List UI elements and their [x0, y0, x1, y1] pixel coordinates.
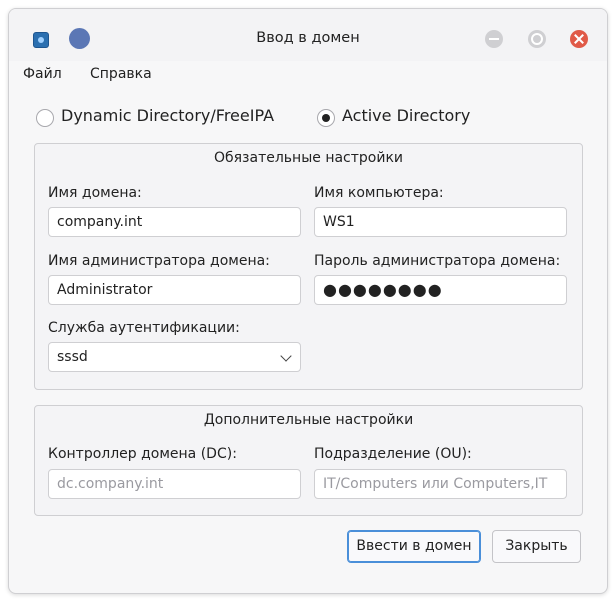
- menu-help[interactable]: Справка: [90, 66, 152, 82]
- radio-active-directory-label[interactable]: Active Directory: [342, 106, 470, 125]
- ou-label: Подразделение (OU):: [314, 446, 472, 462]
- domain-name-input[interactable]: company.int: [48, 207, 301, 237]
- chevron-down-icon: [280, 350, 292, 362]
- dc-input[interactable]: dc.company.int: [48, 469, 301, 499]
- minimize-icon[interactable]: [485, 30, 503, 48]
- admin-password-input[interactable]: ●●●●●●●●: [314, 275, 567, 305]
- menu-file[interactable]: Файл: [23, 66, 62, 82]
- close-button[interactable]: Закрыть: [492, 530, 581, 563]
- auth-service-label: Служба аутентификации:: [48, 320, 240, 336]
- radio-freeipa[interactable]: [36, 109, 54, 127]
- auth-service-select[interactable]: sssd: [48, 342, 301, 372]
- radio-active-directory[interactable]: [317, 109, 335, 127]
- admin-name-input[interactable]: Administrator: [48, 275, 301, 305]
- title-bar: Ввод в домен: [9, 9, 607, 61]
- optional-settings-title: Дополнительные настройки: [203, 412, 414, 428]
- ou-input[interactable]: IT/Computers или Computers,IT: [314, 469, 567, 499]
- domain-name-label: Имя домена:: [48, 185, 142, 201]
- admin-password-label: Пароль администратора домена:: [314, 253, 561, 269]
- computer-name-label: Имя компьютера:: [314, 185, 444, 201]
- admin-name-label: Имя администратора домена:: [48, 253, 270, 269]
- close-window-icon[interactable]: [570, 30, 588, 48]
- maximize-icon[interactable]: [528, 30, 546, 48]
- radio-freeipa-label[interactable]: Dynamic Directory/FreeIPA: [61, 106, 274, 125]
- computer-name-input[interactable]: WS1: [314, 207, 567, 237]
- window-title: Ввод в домен: [256, 30, 360, 46]
- dialog-window: Ввод в домен Файл Справка Dynamic Direct…: [8, 8, 608, 594]
- auth-service-value: sssd: [57, 349, 88, 365]
- required-settings-title: Обязательные настройки: [213, 150, 404, 166]
- join-domain-button[interactable]: Ввести в домен: [347, 530, 481, 563]
- dc-label: Контроллер домена (DC):: [48, 446, 237, 462]
